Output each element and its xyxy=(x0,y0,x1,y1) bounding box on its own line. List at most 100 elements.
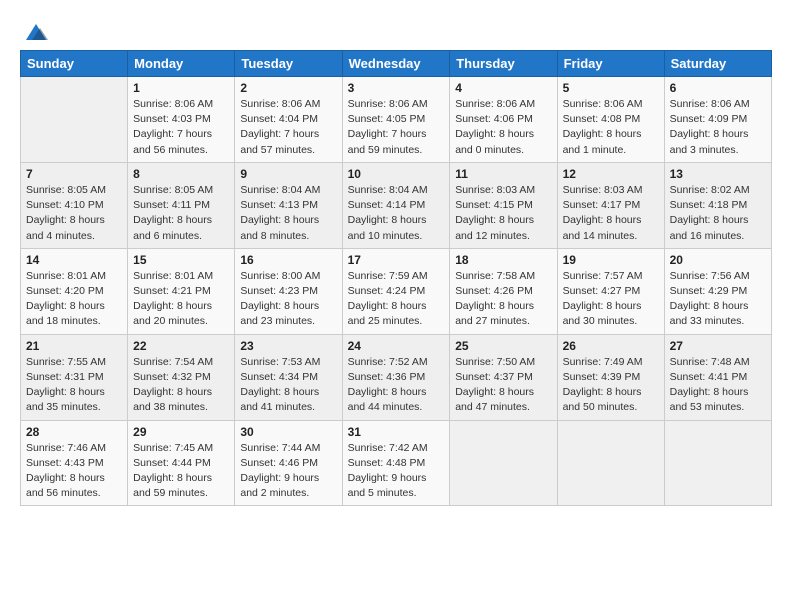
calendar-cell: 4 Sunrise: 8:06 AMSunset: 4:06 PMDaylight… xyxy=(450,77,557,163)
day-detail: Sunrise: 8:01 AMSunset: 4:20 PMDaylight:… xyxy=(26,269,122,330)
day-detail: Sunrise: 7:59 AMSunset: 4:24 PMDaylight:… xyxy=(348,269,445,330)
calendar-cell: 26 Sunrise: 7:49 AMSunset: 4:39 PMDayligh… xyxy=(557,334,664,420)
calendar-cell xyxy=(21,77,128,163)
day-number: 23 xyxy=(240,339,336,353)
day-number: 22 xyxy=(133,339,229,353)
calendar-cell: 17 Sunrise: 7:59 AMSunset: 4:24 PMDayligh… xyxy=(342,248,450,334)
page: SundayMondayTuesdayWednesdayThursdayFrid… xyxy=(0,0,792,516)
day-number: 25 xyxy=(455,339,551,353)
calendar-cell: 15 Sunrise: 8:01 AMSunset: 4:21 PMDayligh… xyxy=(128,248,235,334)
day-detail: Sunrise: 7:48 AMSunset: 4:41 PMDaylight:… xyxy=(670,355,766,416)
weekday-header-sunday: Sunday xyxy=(21,51,128,77)
day-detail: Sunrise: 7:44 AMSunset: 4:46 PMDaylight:… xyxy=(240,441,336,502)
calendar-cell: 7Sunrise: 8:05 AMSunset: 4:10 PMDaylight… xyxy=(21,162,128,248)
calendar-cell: 29 Sunrise: 7:45 AMSunset: 4:44 PMDayligh… xyxy=(128,420,235,506)
day-number: 12 xyxy=(563,167,659,181)
calendar-week-row: 14 Sunrise: 8:01 AMSunset: 4:20 PMDayligh… xyxy=(21,248,772,334)
day-number: 9 xyxy=(240,167,336,181)
day-detail: Sunrise: 8:04 AMSunset: 4:13 PMDaylight:… xyxy=(240,183,336,244)
day-number: 18 xyxy=(455,253,551,267)
calendar-cell: 9 Sunrise: 8:04 AMSunset: 4:13 PMDaylight… xyxy=(235,162,342,248)
day-number: 2 xyxy=(240,81,336,95)
day-number: 17 xyxy=(348,253,445,267)
calendar-cell: 2 Sunrise: 8:06 AMSunset: 4:04 PMDaylight… xyxy=(235,77,342,163)
calendar-cell: 28 Sunrise: 7:46 AMSunset: 4:43 PMDayligh… xyxy=(21,420,128,506)
calendar-cell: 22 Sunrise: 7:54 AMSunset: 4:32 PMDayligh… xyxy=(128,334,235,420)
weekday-header-friday: Friday xyxy=(557,51,664,77)
calendar-cell xyxy=(450,420,557,506)
calendar-cell: 3Sunrise: 8:06 AMSunset: 4:05 PMDaylight… xyxy=(342,77,450,163)
weekday-header-row: SundayMondayTuesdayWednesdayThursdayFrid… xyxy=(21,51,772,77)
day-number: 13 xyxy=(670,167,766,181)
day-number: 14 xyxy=(26,253,122,267)
calendar-cell: 14 Sunrise: 8:01 AMSunset: 4:20 PMDayligh… xyxy=(21,248,128,334)
calendar-cell: 12 Sunrise: 8:03 AMSunset: 4:17 PMDayligh… xyxy=(557,162,664,248)
calendar-cell: 25 Sunrise: 7:50 AMSunset: 4:37 PMDayligh… xyxy=(450,334,557,420)
logo xyxy=(20,18,50,42)
day-detail: Sunrise: 8:00 AMSunset: 4:23 PMDaylight:… xyxy=(240,269,336,330)
calendar-cell: 1 Sunrise: 8:06 AMSunset: 4:03 PMDaylight… xyxy=(128,77,235,163)
day-number: 16 xyxy=(240,253,336,267)
day-detail: Sunrise: 8:06 AMSunset: 4:03 PMDaylight:… xyxy=(133,97,229,158)
calendar-cell: 8 Sunrise: 8:05 AMSunset: 4:11 PMDaylight… xyxy=(128,162,235,248)
day-detail: Sunrise: 8:06 AMSunset: 4:06 PMDaylight:… xyxy=(455,97,551,158)
day-detail: Sunrise: 7:46 AMSunset: 4:43 PMDaylight:… xyxy=(26,441,122,502)
calendar-cell: 20 Sunrise: 7:56 AMSunset: 4:29 PMDayligh… xyxy=(664,248,771,334)
day-number: 8 xyxy=(133,167,229,181)
calendar-cell: 6 Sunrise: 8:06 AMSunset: 4:09 PMDaylight… xyxy=(664,77,771,163)
calendar-week-row: 28 Sunrise: 7:46 AMSunset: 4:43 PMDayligh… xyxy=(21,420,772,506)
day-detail: Sunrise: 8:04 AMSunset: 4:14 PMDaylight:… xyxy=(348,183,445,244)
day-detail: Sunrise: 8:06 AMSunset: 4:09 PMDaylight:… xyxy=(670,97,766,158)
day-number: 10 xyxy=(348,167,445,181)
calendar-week-row: 7Sunrise: 8:05 AMSunset: 4:10 PMDaylight… xyxy=(21,162,772,248)
calendar-cell xyxy=(557,420,664,506)
day-number: 1 xyxy=(133,81,229,95)
calendar-cell: 21 Sunrise: 7:55 AMSunset: 4:31 PMDayligh… xyxy=(21,334,128,420)
calendar-cell: 19Sunrise: 7:57 AMSunset: 4:27 PMDayligh… xyxy=(557,248,664,334)
calendar-table: SundayMondayTuesdayWednesdayThursdayFrid… xyxy=(20,50,772,506)
day-detail: Sunrise: 7:55 AMSunset: 4:31 PMDaylight:… xyxy=(26,355,122,416)
logo-icon xyxy=(22,18,50,46)
day-detail: Sunrise: 7:49 AMSunset: 4:39 PMDaylight:… xyxy=(563,355,659,416)
day-detail: Sunrise: 8:06 AMSunset: 4:04 PMDaylight:… xyxy=(240,97,336,158)
calendar-cell: 31Sunrise: 7:42 AMSunset: 4:48 PMDayligh… xyxy=(342,420,450,506)
day-detail: Sunrise: 7:57 AMSunset: 4:27 PMDaylight:… xyxy=(563,269,659,330)
day-number: 30 xyxy=(240,425,336,439)
day-number: 6 xyxy=(670,81,766,95)
day-detail: Sunrise: 8:06 AMSunset: 4:08 PMDaylight:… xyxy=(563,97,659,158)
day-detail: Sunrise: 8:05 AMSunset: 4:11 PMDaylight:… xyxy=(133,183,229,244)
day-detail: Sunrise: 8:05 AMSunset: 4:10 PMDaylight:… xyxy=(26,183,122,244)
day-number: 21 xyxy=(26,339,122,353)
weekday-header-monday: Monday xyxy=(128,51,235,77)
day-number: 20 xyxy=(670,253,766,267)
day-detail: Sunrise: 8:03 AMSunset: 4:17 PMDaylight:… xyxy=(563,183,659,244)
day-number: 24 xyxy=(348,339,445,353)
day-detail: Sunrise: 8:01 AMSunset: 4:21 PMDaylight:… xyxy=(133,269,229,330)
weekday-header-saturday: Saturday xyxy=(664,51,771,77)
calendar-cell: 5Sunrise: 8:06 AMSunset: 4:08 PMDaylight… xyxy=(557,77,664,163)
day-detail: Sunrise: 7:52 AMSunset: 4:36 PMDaylight:… xyxy=(348,355,445,416)
weekday-header-wednesday: Wednesday xyxy=(342,51,450,77)
day-detail: Sunrise: 7:50 AMSunset: 4:37 PMDaylight:… xyxy=(455,355,551,416)
day-number: 3 xyxy=(348,81,445,95)
day-number: 27 xyxy=(670,339,766,353)
calendar-cell: 13 Sunrise: 8:02 AMSunset: 4:18 PMDayligh… xyxy=(664,162,771,248)
day-number: 26 xyxy=(563,339,659,353)
calendar-cell: 16 Sunrise: 8:00 AMSunset: 4:23 PMDayligh… xyxy=(235,248,342,334)
day-number: 28 xyxy=(26,425,122,439)
day-detail: Sunrise: 7:54 AMSunset: 4:32 PMDaylight:… xyxy=(133,355,229,416)
day-detail: Sunrise: 7:45 AMSunset: 4:44 PMDaylight:… xyxy=(133,441,229,502)
day-number: 15 xyxy=(133,253,229,267)
day-number: 29 xyxy=(133,425,229,439)
calendar-week-row: 21 Sunrise: 7:55 AMSunset: 4:31 PMDayligh… xyxy=(21,334,772,420)
day-detail: Sunrise: 7:56 AMSunset: 4:29 PMDaylight:… xyxy=(670,269,766,330)
calendar-cell: 23 Sunrise: 7:53 AMSunset: 4:34 PMDayligh… xyxy=(235,334,342,420)
day-number: 11 xyxy=(455,167,551,181)
day-detail: Sunrise: 7:53 AMSunset: 4:34 PMDaylight:… xyxy=(240,355,336,416)
calendar-cell: 24 Sunrise: 7:52 AMSunset: 4:36 PMDayligh… xyxy=(342,334,450,420)
day-detail: Sunrise: 8:02 AMSunset: 4:18 PMDaylight:… xyxy=(670,183,766,244)
calendar-cell: 27 Sunrise: 7:48 AMSunset: 4:41 PMDayligh… xyxy=(664,334,771,420)
day-number: 4 xyxy=(455,81,551,95)
weekday-header-thursday: Thursday xyxy=(450,51,557,77)
day-detail: Sunrise: 7:58 AMSunset: 4:26 PMDaylight:… xyxy=(455,269,551,330)
